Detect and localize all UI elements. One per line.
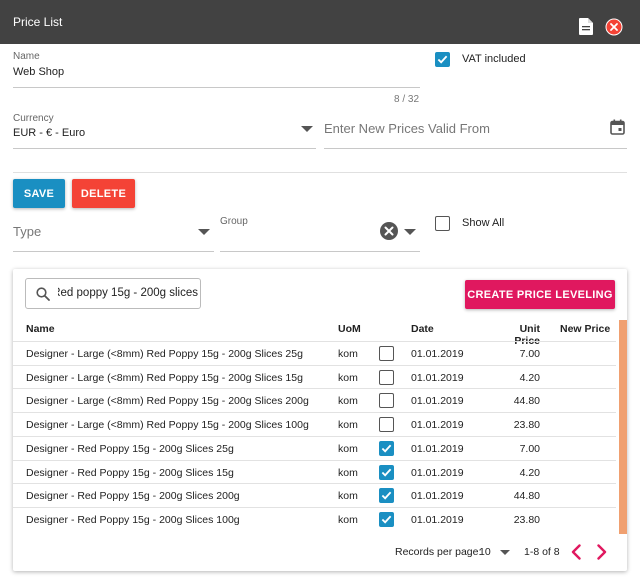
delete-button[interactable]: DELETE xyxy=(72,179,135,208)
table-row[interactable]: Designer - Large (<8mm) Red Poppy 15g - … xyxy=(13,388,616,412)
scrollbar[interactable] xyxy=(619,320,627,534)
check-icon xyxy=(381,444,392,453)
cell-unit-price: 23.80 xyxy=(513,419,540,432)
cell-name: Designer - Large (<8mm) Red Poppy 15g - … xyxy=(26,395,309,408)
vat-included-checkbox[interactable] xyxy=(435,52,450,67)
currency-underline xyxy=(13,148,316,149)
cell-name: Designer - Red Poppy 15g - 200g Slices 2… xyxy=(26,442,234,455)
type-select[interactable]: Type xyxy=(13,224,41,239)
cell-unit-price: 44.80 xyxy=(513,490,540,503)
close-icon[interactable] xyxy=(605,18,623,36)
check-icon xyxy=(381,515,392,524)
cell-uom: kom xyxy=(338,466,358,479)
check-icon xyxy=(381,468,392,477)
records-per-page-label: Records per page: xyxy=(395,546,482,558)
name-input[interactable]: Web Shop xyxy=(13,66,64,78)
records-per-page-select[interactable]: 10 xyxy=(479,546,491,558)
row-checkbox[interactable] xyxy=(379,393,394,409)
cell-unit-price: 4.20 xyxy=(519,466,540,479)
cell-uom: kom xyxy=(338,419,358,432)
chevron-right-icon[interactable] xyxy=(597,544,607,560)
row-checkbox[interactable] xyxy=(379,464,394,480)
cell-date: 01.01.2019 xyxy=(411,395,464,408)
vat-included-label: VAT included xyxy=(462,53,526,65)
window-title: Price List xyxy=(13,15,63,29)
column-header-uom[interactable]: UoM xyxy=(338,323,361,335)
cell-name: Designer - Large (<8mm) Red Poppy 15g - … xyxy=(26,419,309,432)
currency-select[interactable]: EUR - € - Euro xyxy=(13,127,85,139)
cell-date: 01.01.2019 xyxy=(411,348,464,360)
search-field[interactable]: Red poppy 15g - 200g slices xyxy=(25,278,201,309)
currency-dropdown-icon[interactable] xyxy=(301,126,313,132)
table-row[interactable]: Designer - Red Poppy 15g - 200g Slices 2… xyxy=(13,483,616,507)
per-page-dropdown-icon[interactable] xyxy=(500,550,510,555)
type-dropdown-icon[interactable] xyxy=(198,229,210,235)
row-checkbox[interactable] xyxy=(379,488,394,504)
price-table-card: Red poppy 15g - 200g slices CREATE PRICE… xyxy=(13,269,627,571)
valid-from-input[interactable]: Enter New Prices Valid From xyxy=(324,121,490,136)
form-divider xyxy=(13,172,627,173)
cell-name: Designer - Large (<8mm) Red Poppy 15g - … xyxy=(26,348,303,360)
check-icon xyxy=(437,55,448,64)
chevron-left-icon[interactable] xyxy=(571,544,581,560)
show-all-checkbox[interactable] xyxy=(435,216,450,231)
title-bar: Price List xyxy=(0,0,640,44)
group-label: Group xyxy=(220,216,248,227)
currency-label: Currency xyxy=(13,113,54,124)
clear-icon[interactable] xyxy=(380,222,398,240)
cell-date: 01.01.2019 xyxy=(411,371,464,384)
cell-unit-price: 7.00 xyxy=(519,442,540,455)
cell-date: 01.01.2019 xyxy=(411,466,464,479)
cell-name: Designer - Red Poppy 15g - 200g Slices 2… xyxy=(26,490,240,503)
name-label: Name xyxy=(13,51,40,62)
group-dropdown-icon[interactable] xyxy=(404,229,416,235)
calendar-icon[interactable] xyxy=(610,119,625,135)
name-char-counter: 8 / 32 xyxy=(394,94,420,105)
search-icon xyxy=(36,287,50,301)
row-checkbox[interactable] xyxy=(379,511,394,527)
column-header-new-price[interactable]: New Price xyxy=(560,323,610,335)
cell-date: 01.01.2019 xyxy=(411,490,464,503)
cell-uom: kom xyxy=(338,490,358,503)
cell-uom: kom xyxy=(338,348,358,360)
cell-unit-price: 4.20 xyxy=(519,371,540,384)
cell-unit-price: 23.80 xyxy=(513,513,540,526)
cell-uom: kom xyxy=(338,442,358,455)
cell-uom: kom xyxy=(338,513,358,526)
cell-name: Designer - Red Poppy 15g - 200g Slices 1… xyxy=(26,466,234,479)
cell-uom: kom xyxy=(338,371,358,384)
check-icon xyxy=(381,491,392,500)
pagination-range: 1-8 of 8 xyxy=(524,546,560,558)
row-checkbox[interactable] xyxy=(379,346,394,361)
table-row[interactable]: Designer - Red Poppy 15g - 200g Slices 2… xyxy=(13,435,616,460)
group-underline xyxy=(220,251,420,252)
column-header-date[interactable]: Date xyxy=(411,323,434,335)
cell-name: Designer - Red Poppy 15g - 200g Slices 1… xyxy=(26,513,240,526)
type-underline xyxy=(13,251,214,252)
create-price-leveling-button[interactable]: CREATE PRICE LEVELING xyxy=(465,280,615,309)
column-header-name[interactable]: Name xyxy=(26,323,55,335)
cell-uom: kom xyxy=(338,395,358,408)
cell-name: Designer - Large (<8mm) Red Poppy 15g - … xyxy=(26,371,303,384)
row-checkbox[interactable] xyxy=(379,417,394,433)
cell-date: 01.01.2019 xyxy=(411,442,464,455)
name-underline xyxy=(13,87,420,88)
cell-unit-price: 7.00 xyxy=(519,348,540,360)
table-row[interactable]: Designer - Large (<8mm) Red Poppy 15g - … xyxy=(13,364,616,389)
search-input[interactable]: Red poppy 15g - 200g slices xyxy=(58,287,198,299)
row-checkbox[interactable] xyxy=(379,369,394,385)
row-checkbox[interactable] xyxy=(379,440,394,456)
save-button[interactable]: SAVE xyxy=(13,179,65,208)
table-row[interactable]: Designer - Red Poppy 15g - 200g Slices 1… xyxy=(13,459,616,484)
table-row[interactable]: Designer - Large (<8mm) Red Poppy 15g - … xyxy=(13,341,616,365)
valid-from-underline xyxy=(324,148,627,149)
show-all-label: Show All xyxy=(462,217,505,229)
table-row[interactable]: Designer - Red Poppy 15g - 200g Slices 1… xyxy=(13,506,616,531)
cell-unit-price: 44.80 xyxy=(513,395,540,408)
cell-date: 01.01.2019 xyxy=(411,419,464,432)
document-icon[interactable] xyxy=(579,18,593,35)
table-row[interactable]: Designer - Large (<8mm) Red Poppy 15g - … xyxy=(13,412,616,436)
cell-date: 01.01.2019 xyxy=(411,513,464,526)
